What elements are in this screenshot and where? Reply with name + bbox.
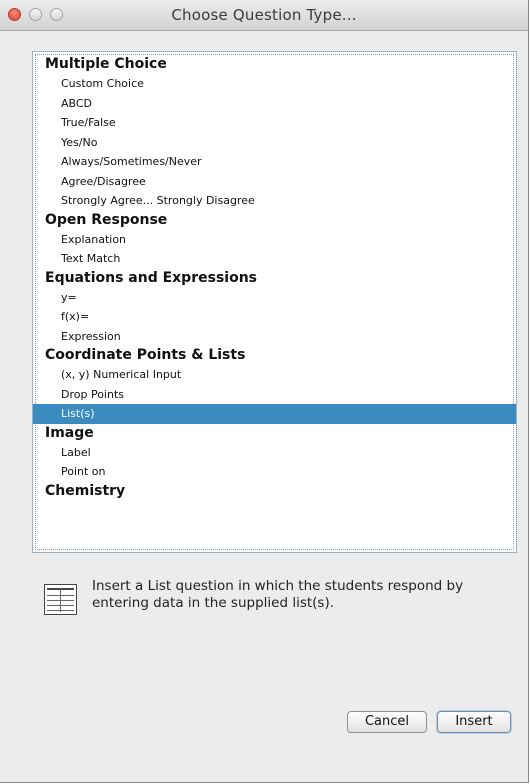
question-type-list[interactable]: Multiple Choice Custom Choice ABCD True/Fal…	[32, 51, 517, 553]
list-item[interactable]: True/False	[33, 113, 516, 133]
list-item[interactable]: Drop Points	[33, 385, 516, 405]
list-group-header: Multiple Choice	[45, 56, 167, 72]
dialog-window: Choose Question Type... Multiple Choice C…	[0, 0, 529, 783]
question-type-list-content: Multiple Choice Custom Choice ABCD True/Fal…	[33, 55, 516, 501]
list-item[interactable]: f(x)=	[33, 307, 516, 327]
list-item[interactable]: List(s)	[33, 404, 516, 424]
list-item[interactable]: Custom Choice	[33, 74, 516, 94]
cancel-button-label: Cancel	[364, 714, 410, 729]
list-item[interactable]: Label	[33, 443, 516, 463]
list-item[interactable]: Text Match	[33, 249, 516, 269]
list-item[interactable]: Expression	[33, 327, 516, 347]
list-item[interactable]: Agree/Disagree	[33, 172, 516, 192]
list-item[interactable]: Point on	[33, 462, 516, 482]
list-item[interactable]: Always/Sometimes/Never	[33, 152, 516, 172]
list-group-header: Equations and Expressions	[45, 269, 257, 286]
list-item[interactable]: (x, y) Numerical Input	[33, 365, 516, 385]
list-item[interactable]: ABCD	[33, 94, 516, 114]
list-group-header: Open Response	[45, 211, 168, 228]
window-title: Choose Question Type...	[171, 6, 357, 24]
list-item[interactable]: y=	[33, 288, 516, 308]
list-group-header: Chemistry	[45, 482, 126, 499]
title-bar[interactable]: Choose Question Type...	[0, 0, 528, 31]
insert-button-label: Insert	[455, 714, 493, 729]
list-item[interactable]: Strongly Agree... Strongly Disagree	[33, 191, 516, 211]
list-table-icon	[44, 584, 77, 615]
cancel-button[interactable]: Cancel	[347, 711, 427, 733]
list-group-header: Coordinate Points & Lists	[45, 347, 246, 363]
list-item[interactable]: Explanation	[33, 230, 516, 250]
insert-button[interactable]: Insert	[437, 711, 511, 733]
question-description: Insert a List question in which the stud…	[92, 578, 464, 611]
list-group-header: Image	[45, 424, 94, 441]
list-item[interactable]: Yes/No	[33, 133, 516, 153]
